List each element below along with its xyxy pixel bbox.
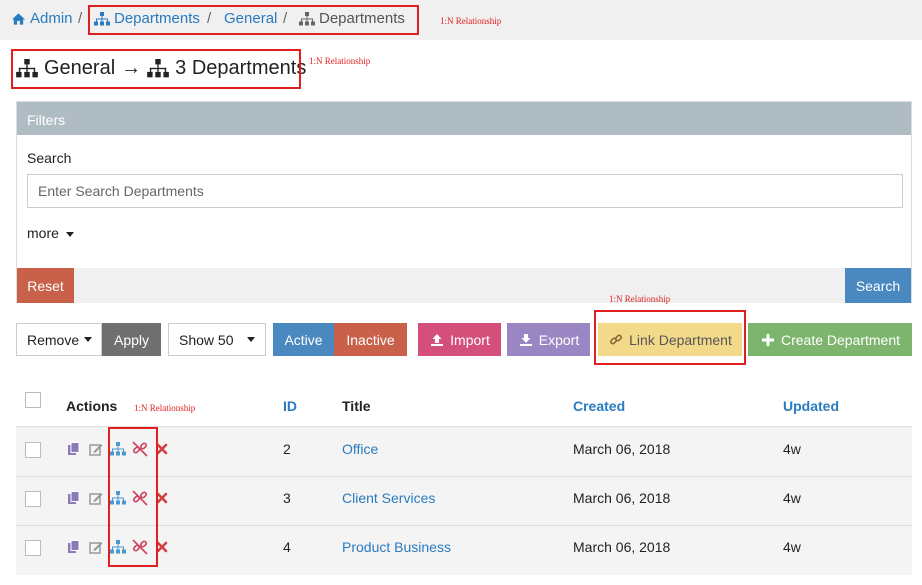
search-input[interactable]: [27, 174, 903, 208]
row-updated: 4w: [783, 539, 801, 555]
annotation-label: 1:N Relationship: [609, 294, 671, 304]
edit-icon[interactable]: [88, 441, 104, 457]
create-department-label: Create Department: [780, 331, 901, 348]
row-checkbox[interactable]: [25, 540, 41, 556]
row-id: 3: [283, 490, 291, 506]
annotation-box-title: [11, 49, 301, 89]
annotation-label: 1:N Relationship: [134, 403, 196, 413]
row-title-link[interactable]: Client Services: [342, 490, 435, 506]
upload-icon: [429, 332, 445, 348]
copy-icon[interactable]: [66, 490, 82, 506]
download-icon: [518, 332, 534, 348]
annotation-box-actions: [108, 427, 158, 567]
row-updated: 4w: [783, 490, 801, 506]
more-label: more: [27, 225, 59, 241]
annotation-label: 1:N Relationship: [309, 56, 371, 66]
breadcrumb-admin-label: Admin: [30, 10, 73, 27]
filters-footer: Reset Search: [17, 268, 911, 303]
caret-down-icon: [65, 231, 74, 237]
copy-icon[interactable]: [66, 539, 82, 555]
caret-down-icon: [84, 337, 93, 342]
column-header-updated[interactable]: Updated: [783, 398, 839, 414]
annotation-box-breadcrumb: [88, 5, 419, 35]
reset-button[interactable]: Reset: [17, 268, 74, 303]
breadcrumb-admin[interactable]: Admin: [10, 10, 73, 27]
column-header-title: Title: [342, 398, 371, 414]
export-label: Export: [538, 331, 580, 348]
edit-icon[interactable]: [88, 490, 104, 506]
column-header-id[interactable]: ID: [283, 398, 297, 414]
plus-icon: [760, 332, 776, 348]
page-size-select[interactable]: Show 50: [168, 323, 266, 356]
row-created: March 06, 2018: [573, 539, 671, 555]
page-size-value: Show 50: [179, 331, 234, 348]
more-filters-toggle[interactable]: more: [27, 225, 74, 241]
row-checkbox[interactable]: [25, 491, 41, 507]
row-updated: 4w: [783, 441, 801, 457]
row-title-link[interactable]: Office: [342, 441, 378, 457]
home-icon: [10, 11, 26, 27]
filters-panel: Filters Search more Reset Search: [16, 101, 912, 303]
import-button[interactable]: Import: [418, 323, 501, 356]
row-created: March 06, 2018: [573, 490, 671, 506]
row-id: 4: [283, 539, 291, 555]
select-all-checkbox[interactable]: [25, 392, 41, 408]
row-checkbox[interactable]: [25, 442, 41, 458]
search-button[interactable]: Search: [845, 268, 911, 303]
import-label: Import: [450, 331, 490, 348]
row-id: 2: [283, 441, 291, 457]
apply-button[interactable]: Apply: [102, 323, 161, 356]
row-title-link[interactable]: Product Business: [342, 539, 451, 555]
create-department-button[interactable]: Create Department: [748, 323, 912, 356]
breadcrumb-separator: /: [78, 10, 83, 27]
annotation-box-link: [594, 310, 746, 365]
edit-icon[interactable]: [88, 539, 104, 555]
bulk-action-value: Remove: [27, 331, 80, 348]
row-created: March 06, 2018: [573, 441, 671, 457]
column-header-created[interactable]: Created: [573, 398, 625, 414]
export-button[interactable]: Export: [507, 323, 590, 356]
caret-down-icon: [247, 337, 255, 342]
bulk-action-select[interactable]: Remove: [16, 323, 102, 356]
filters-header: Filters: [17, 102, 911, 135]
active-filter-button[interactable]: Active: [273, 323, 334, 356]
annotation-label: 1:N Relationship: [440, 16, 502, 26]
column-header-actions: Actions: [66, 398, 118, 414]
search-label: Search: [27, 150, 72, 166]
inactive-filter-button[interactable]: Inactive: [334, 323, 407, 356]
copy-icon[interactable]: [66, 441, 82, 457]
